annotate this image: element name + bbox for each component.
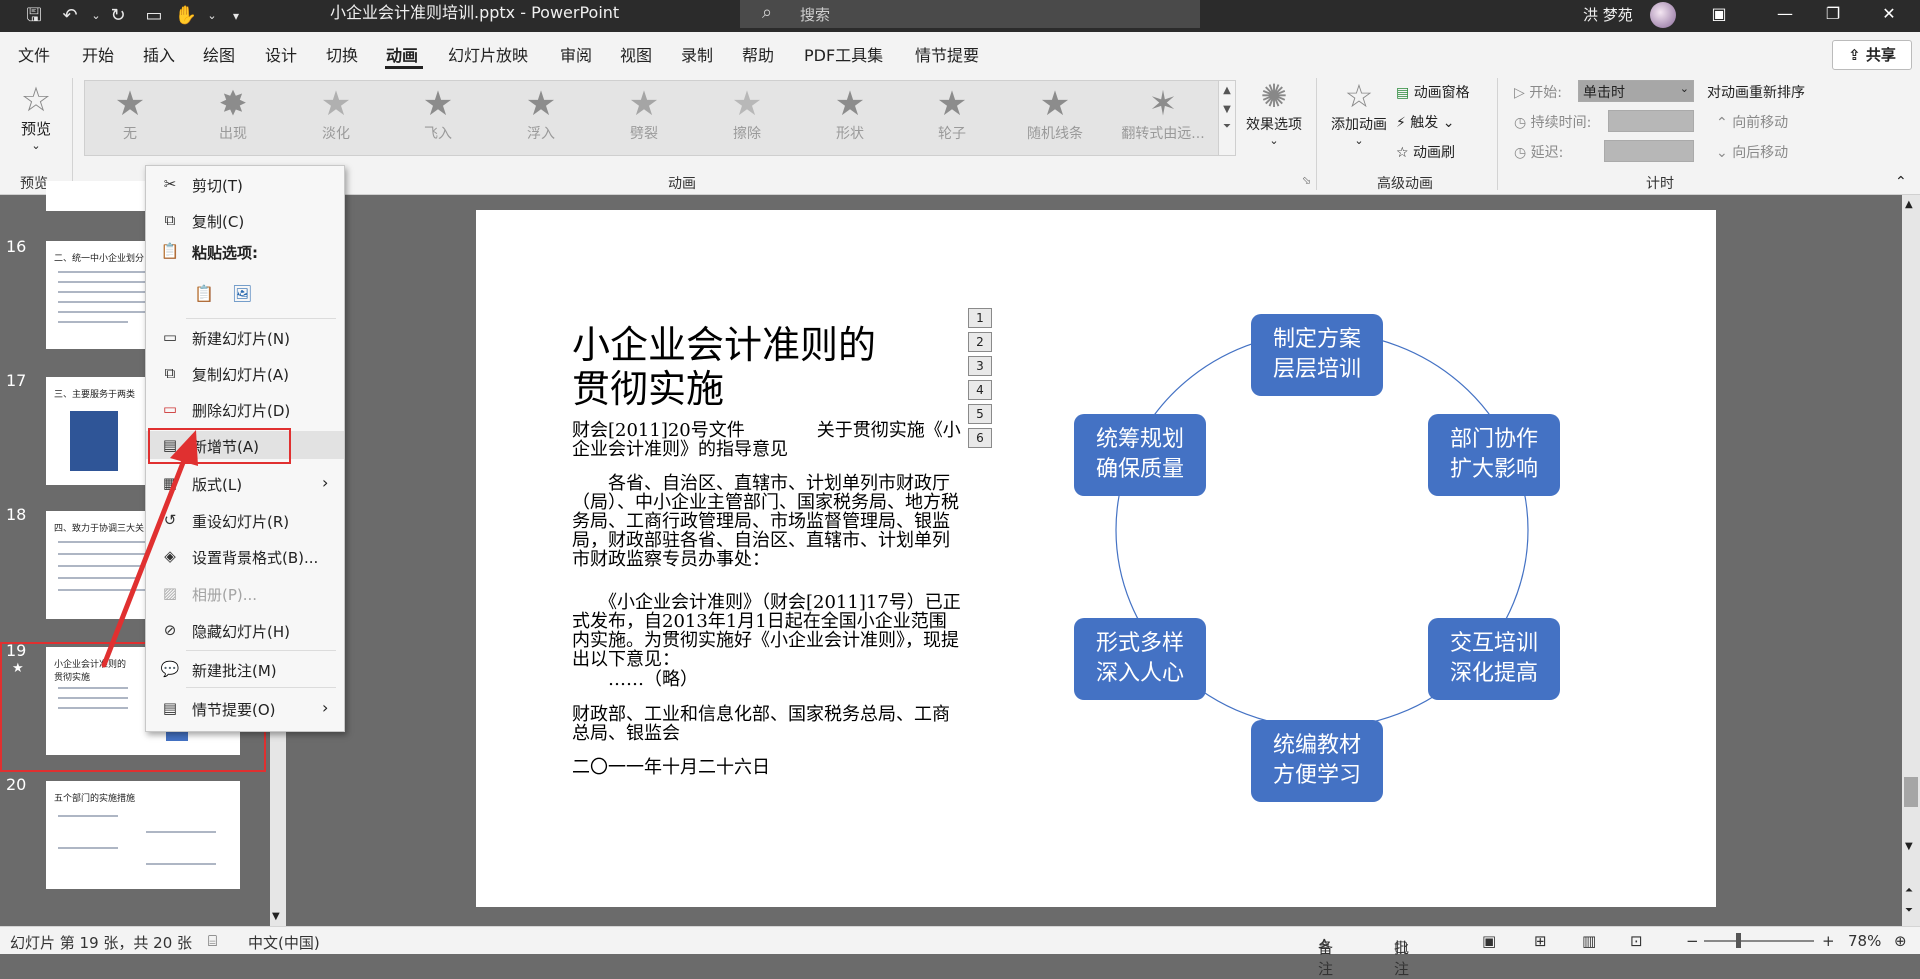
zoom-slider-thumb[interactable] [1736,933,1741,948]
notes-label: 备注 [1318,939,1334,978]
comments-label: 批注 [1394,939,1410,978]
zoom-out-icon[interactable]: − [1686,932,1699,950]
fit-to-window-icon[interactable]: ⊕ [1894,932,1907,950]
slideshow-icon[interactable]: ⊡ [1630,932,1643,950]
status-bar: 幻灯片 第 19 张，共 20 张 ⌸ 中文(中国) ≙ 备注 ▢ 批注 ▣ ⊞… [0,926,1920,978]
zoom-in-icon[interactable]: + [1822,932,1835,950]
slide-count: 幻灯片 第 19 张，共 20 张 [10,934,193,952]
accessibility-icon[interactable]: ⌸ [208,932,217,950]
annotation-arrow [101,430,198,668]
language[interactable]: 中文(中国) [248,932,320,953]
slide-sorter-icon[interactable]: ⊞ [1534,932,1547,950]
zoom-level[interactable]: 78% [1848,932,1881,950]
reading-view-icon[interactable]: ▥ [1582,932,1596,950]
zoom-slider[interactable] [1704,940,1814,942]
normal-view-icon[interactable]: ▣ [1482,932,1496,950]
